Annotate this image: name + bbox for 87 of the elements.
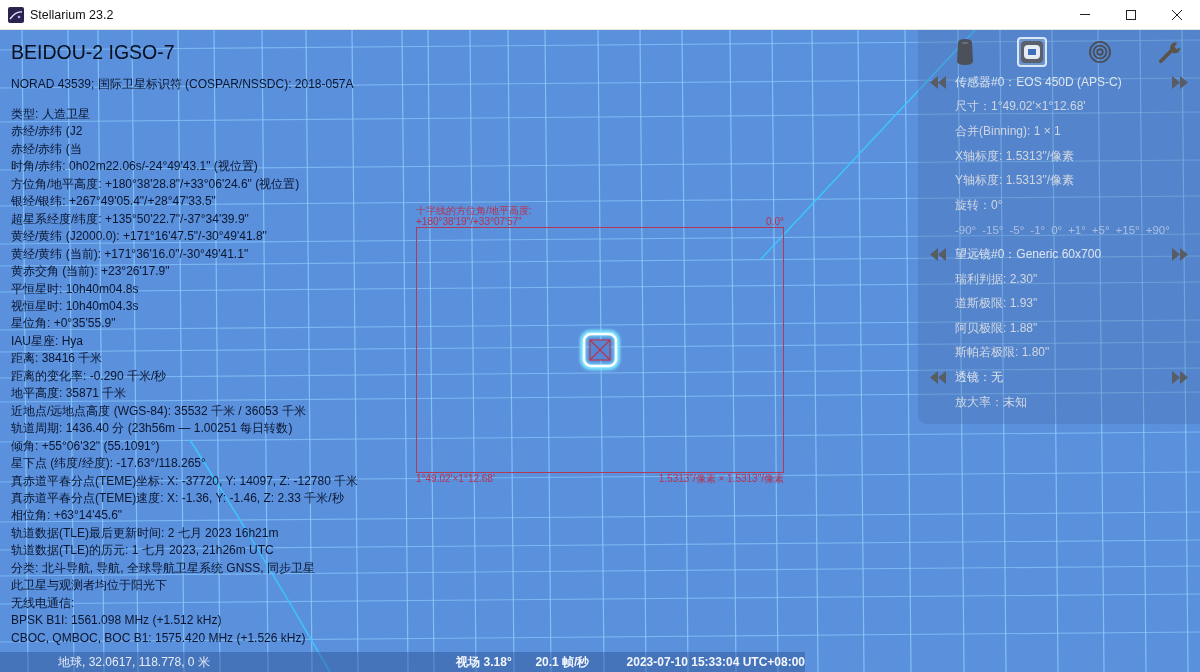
ocular-info-text: 旋转：0° [955, 196, 1003, 214]
double-left-arrow-icon [930, 247, 946, 261]
crosshair-coordinates: +180°38'19"/+33°07'57" [416, 216, 523, 227]
rotate-button[interactable]: -15° [980, 223, 1006, 236]
object-info-line: 分类: 北斗导航, 导航, 全球导航卫星系统 GNSS, 同步卫星 [11, 559, 316, 577]
date-time-text: 2023-07-10 15:33:04 UTC+08:00 [626, 655, 805, 669]
object-info-line: 真赤道平春分点(TEME)速度: X: -1.36, Y: -1.46, Z: 2.33 千米/秒 [11, 489, 345, 507]
frame-size-label: 1°49.02'×1°12.68' [416, 473, 495, 484]
object-info-line: 无线电通信: [11, 594, 76, 612]
object-info-line: CBOC, QMBOC, BOC B1: 1575.420 MHz (+1.526 kHz) [11, 629, 307, 647]
location-text: 地球, 32.0617, 118.778, 0 米 [57, 653, 211, 671]
previous-button[interactable] [930, 247, 946, 261]
ocular-info-text: 瑞利判据: 2.30" [955, 270, 1038, 288]
app-logo-icon [8, 6, 24, 23]
rotate-button[interactable]: +15° [1113, 223, 1142, 236]
object-info-line: 赤经/赤纬 (J2 [11, 123, 84, 141]
object-info-line: 距离的变化率: -0.290 千米/秒 [11, 367, 168, 385]
object-info-line: 方位角/地平高度: +180°38'28.8"/+33°06'24.6" (视位置) [11, 175, 301, 193]
camera-sensor-icon [1020, 41, 1043, 63]
double-right-arrow-icon [1172, 370, 1188, 384]
maximize-icon [1126, 9, 1136, 20]
sensor-tool-button[interactable] [1016, 37, 1047, 67]
object-info-line: 超星系经度/纬度: +135°50'22.7"/-37°34'39.9" [11, 210, 250, 228]
object-info-line: 轨道数据(TLE)的历元: 1 七月 2023, 21h26m UTC [11, 542, 275, 560]
object-info-line: 相位角: +63°14'45.6" [11, 507, 124, 525]
ocular-selector-label: 传感器#0：EOS 450D (APS-C) [955, 73, 1123, 91]
object-info-line: 距离: 38416 千米 [11, 350, 104, 368]
crosshair-label: 十字线的方位角/地平高度: [416, 205, 532, 216]
next-button[interactable] [1172, 247, 1188, 261]
double-left-arrow-icon [930, 370, 946, 384]
object-info-line: 黄经/黄纬 (当前): +171°36'16.0"/-30°49'41.1" [11, 245, 250, 263]
object-info-line: 平恒星时: 10h40m04.8s [11, 280, 140, 298]
ocular-info-text: 阿贝极限: 1.88" [955, 319, 1038, 337]
object-info-line: 真赤道平春分点(TEME)坐标: X: -37720, Y: 14097, Z: -12780 千米 [11, 472, 359, 490]
ocular-info-text: 道斯极限: 1.93" [955, 295, 1038, 313]
object-info-line: 星下点 (纬度/经度): -17.63°/118.265° [11, 455, 207, 473]
field-of-view-text: 视场 3.18° [456, 653, 513, 671]
object-info-line: 视恒星时: 10h40m04.3s [11, 298, 140, 315]
double-right-arrow-icon [1172, 75, 1188, 89]
frame-rotation-label: 0.0° [766, 216, 784, 227]
next-button[interactable] [1172, 75, 1188, 89]
object-info-line: 黄经/黄纬 (J2000.0): +171°16'47.5"/-30°49'41.8" [11, 228, 268, 246]
eyepiece-icon [956, 39, 974, 65]
frame-rate-text: 20.1 帧/秒 [535, 653, 591, 671]
object-info-line: 黄赤交角 (当前): +23°26'17.9" [11, 263, 171, 281]
ocular-selector-label: 透镜：无 [955, 368, 1004, 386]
object-info-line: BPSK B1I: 1561.098 MHz (+1.512 kHz) [11, 612, 223, 630]
object-info-line: 星位角: +0°35'55.9" [11, 315, 117, 333]
object-info-line: 类型: 人造卫星 [11, 106, 91, 123]
object-identifier: NORAD 43539; 国际卫星标识符 (COSPAR/NSSDC): 2018-057A [11, 76, 355, 93]
ocular-info-text: Y轴标度: 1.5313"/像素 [955, 172, 1074, 190]
object-info-line: 赤经/赤纬 (当 [11, 140, 83, 158]
selection-marker-icon [578, 328, 622, 372]
frame-scale-label: 1.5313"/像素 × 1.5313"/像素 [658, 473, 784, 484]
rotate-button[interactable]: 0° [1049, 223, 1065, 236]
rotate-button[interactable]: +90° [1143, 223, 1172, 236]
object-info-line: 轨道数据(TLE)最后更新时间: 2 七月 2023 16h21m [11, 524, 280, 542]
rotate-button[interactable]: -90° [953, 223, 979, 236]
object-name: BEIDOU-2 IGSO-7 [11, 40, 176, 65]
double-left-arrow-icon [930, 75, 946, 89]
wrench-icon [1157, 40, 1182, 64]
rotate-button[interactable]: -1° [1028, 223, 1048, 236]
ocular-info-text: 斯帕若极限: 1.80" [955, 344, 1050, 362]
previous-button[interactable] [930, 370, 946, 384]
object-info-line: 此卫星与观测者均位于阳光下 [11, 577, 168, 595]
next-button[interactable] [1172, 370, 1188, 384]
object-info-line: 轨道周期: 1436.40 分 (23h56m — 1.00251 每日转数) [11, 420, 294, 438]
reticle-icon [1089, 41, 1112, 63]
ocular-info-text: 放大率：未知 [955, 393, 1027, 411]
object-info-line: 银经/银纬: +267°49'05.4"/+28°47'33.5" [11, 193, 217, 211]
object-info-line: 地平高度: 35871 千米 [11, 385, 128, 403]
ocular-info-text: 合并(Binning): 1 × 1 [955, 123, 1061, 140]
rotate-button[interactable]: +1° [1066, 223, 1088, 236]
double-right-arrow-icon [1172, 247, 1188, 261]
rotate-button[interactable]: -5° [1007, 223, 1027, 236]
close-icon [1172, 9, 1182, 20]
object-info-line: 倾角: +55°06'32" (55.1091°) [11, 437, 161, 455]
previous-button[interactable] [930, 75, 946, 89]
ocular-info-text: X轴标度: 1.5313"/像素 [955, 147, 1074, 165]
window-title: Stellarium 23.2 [30, 7, 114, 22]
rotate-button[interactable]: +5° [1089, 223, 1112, 236]
ocular-selector-label: 望远镜#0：Generic 60x700 [955, 245, 1103, 263]
object-info-line: 时角/赤纬: 0h02m22.06s/-24°49'43.1" (视位置) [11, 158, 259, 176]
ocular-info-text: 尺寸：1°49.02'×1°12.68' [955, 98, 1086, 116]
object-info-line: IAU星座: Hya [11, 332, 84, 350]
object-info-line: 近地点/远地点高度 (WGS-84): 35532 千米 / 36053 千米 [11, 402, 307, 420]
minimize-icon [1080, 14, 1090, 15]
